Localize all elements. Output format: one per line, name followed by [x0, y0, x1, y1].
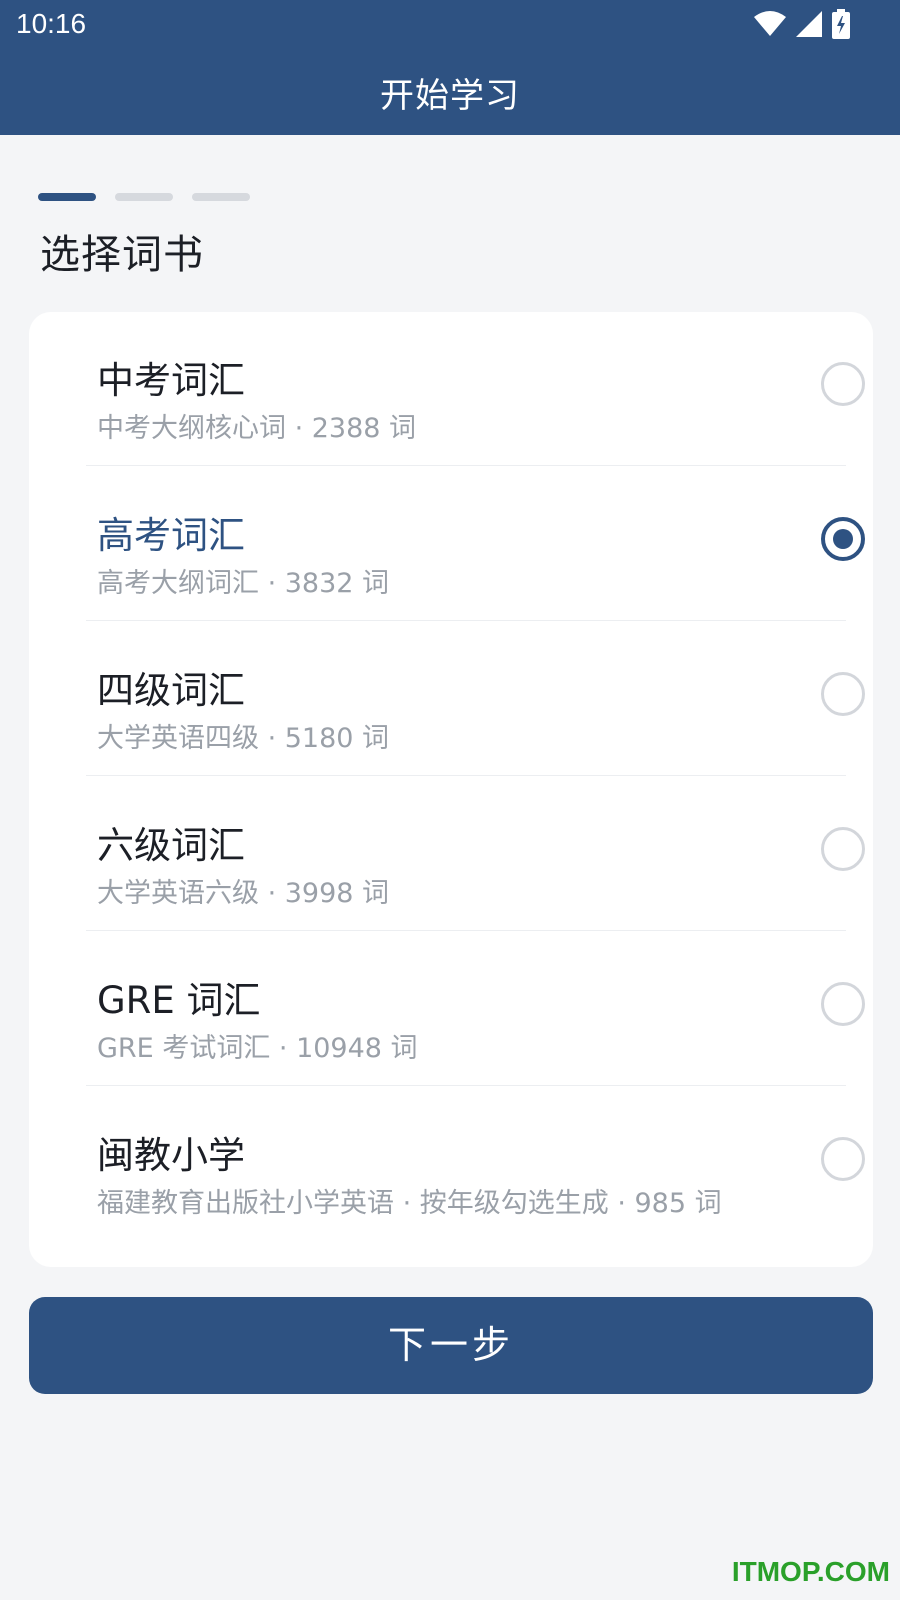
- status-icons: [754, 8, 850, 40]
- divider: [86, 465, 846, 466]
- next-step-button[interactable]: 下一步: [29, 1297, 873, 1394]
- radio-button[interactable]: [821, 982, 865, 1026]
- wifi-icon: [754, 11, 786, 37]
- divider: [86, 775, 846, 776]
- wordbook-option-gre[interactable]: GRE 词汇 GRE 考试词汇 · 10948 词: [58, 932, 874, 1086]
- option-subtitle: 高考大纲词汇 · 3832 词: [97, 568, 390, 599]
- wordbook-option-gaokao[interactable]: 高考词汇 高考大纲词汇 · 3832 词: [58, 467, 874, 621]
- option-subtitle: 中考大纲核心词 · 2388 词: [97, 413, 417, 444]
- step-indicator-2: [115, 193, 173, 201]
- watermark: ITMOP.COM: [731, 1556, 890, 1587]
- wordbook-option-zhongkao[interactable]: 中考词汇 中考大纲核心词 · 2388 词: [58, 312, 874, 466]
- divider: [86, 620, 846, 621]
- battery-charging-icon: [832, 9, 850, 39]
- wordbook-option-minjiao[interactable]: 闽教小学 福建教育出版社小学英语 · 按年级勾选生成 · 985 词: [58, 1087, 874, 1241]
- radio-button[interactable]: [821, 827, 865, 871]
- option-subtitle: 大学英语六级 · 3998 词: [97, 878, 390, 909]
- option-subtitle: 福建教育出版社小学英语 · 按年级勾选生成 · 985 词: [97, 1188, 722, 1219]
- radio-button[interactable]: [821, 672, 865, 716]
- option-title: 中考词汇: [97, 359, 245, 402]
- option-title: 六级词汇: [97, 824, 245, 867]
- radio-dot: [833, 529, 853, 549]
- radio-button[interactable]: [821, 362, 865, 406]
- option-title: 高考词汇: [97, 514, 245, 557]
- divider: [86, 930, 846, 931]
- step-indicator-1: [38, 193, 96, 201]
- divider: [86, 1085, 846, 1086]
- wordbook-option-cet4[interactable]: 四级词汇 大学英语四级 · 5180 词: [58, 622, 874, 776]
- option-subtitle: GRE 考试词汇 · 10948 词: [97, 1033, 418, 1064]
- radio-button[interactable]: [821, 1137, 865, 1181]
- section-title: 选择词书: [40, 232, 204, 278]
- wordbook-list: 中考词汇 中考大纲核心词 · 2388 词 高考词汇 高考大纲词汇 · 3832…: [29, 312, 873, 1267]
- option-title: 四级词汇: [97, 669, 245, 712]
- option-title: 闽教小学: [97, 1134, 245, 1177]
- status-time: 10:16: [16, 8, 87, 39]
- page-title: 开始学习: [380, 76, 520, 116]
- option-title: GRE 词汇: [97, 979, 261, 1022]
- step-indicator: [38, 193, 250, 201]
- step-indicator-3: [192, 193, 250, 201]
- signal-icon: [796, 11, 822, 37]
- option-subtitle: 大学英语四级 · 5180 词: [97, 723, 390, 754]
- wordbook-option-cet6[interactable]: 六级词汇 大学英语六级 · 3998 词: [58, 777, 874, 931]
- radio-button[interactable]: [821, 517, 865, 561]
- app-header: 10:16 开始学习: [0, 0, 900, 135]
